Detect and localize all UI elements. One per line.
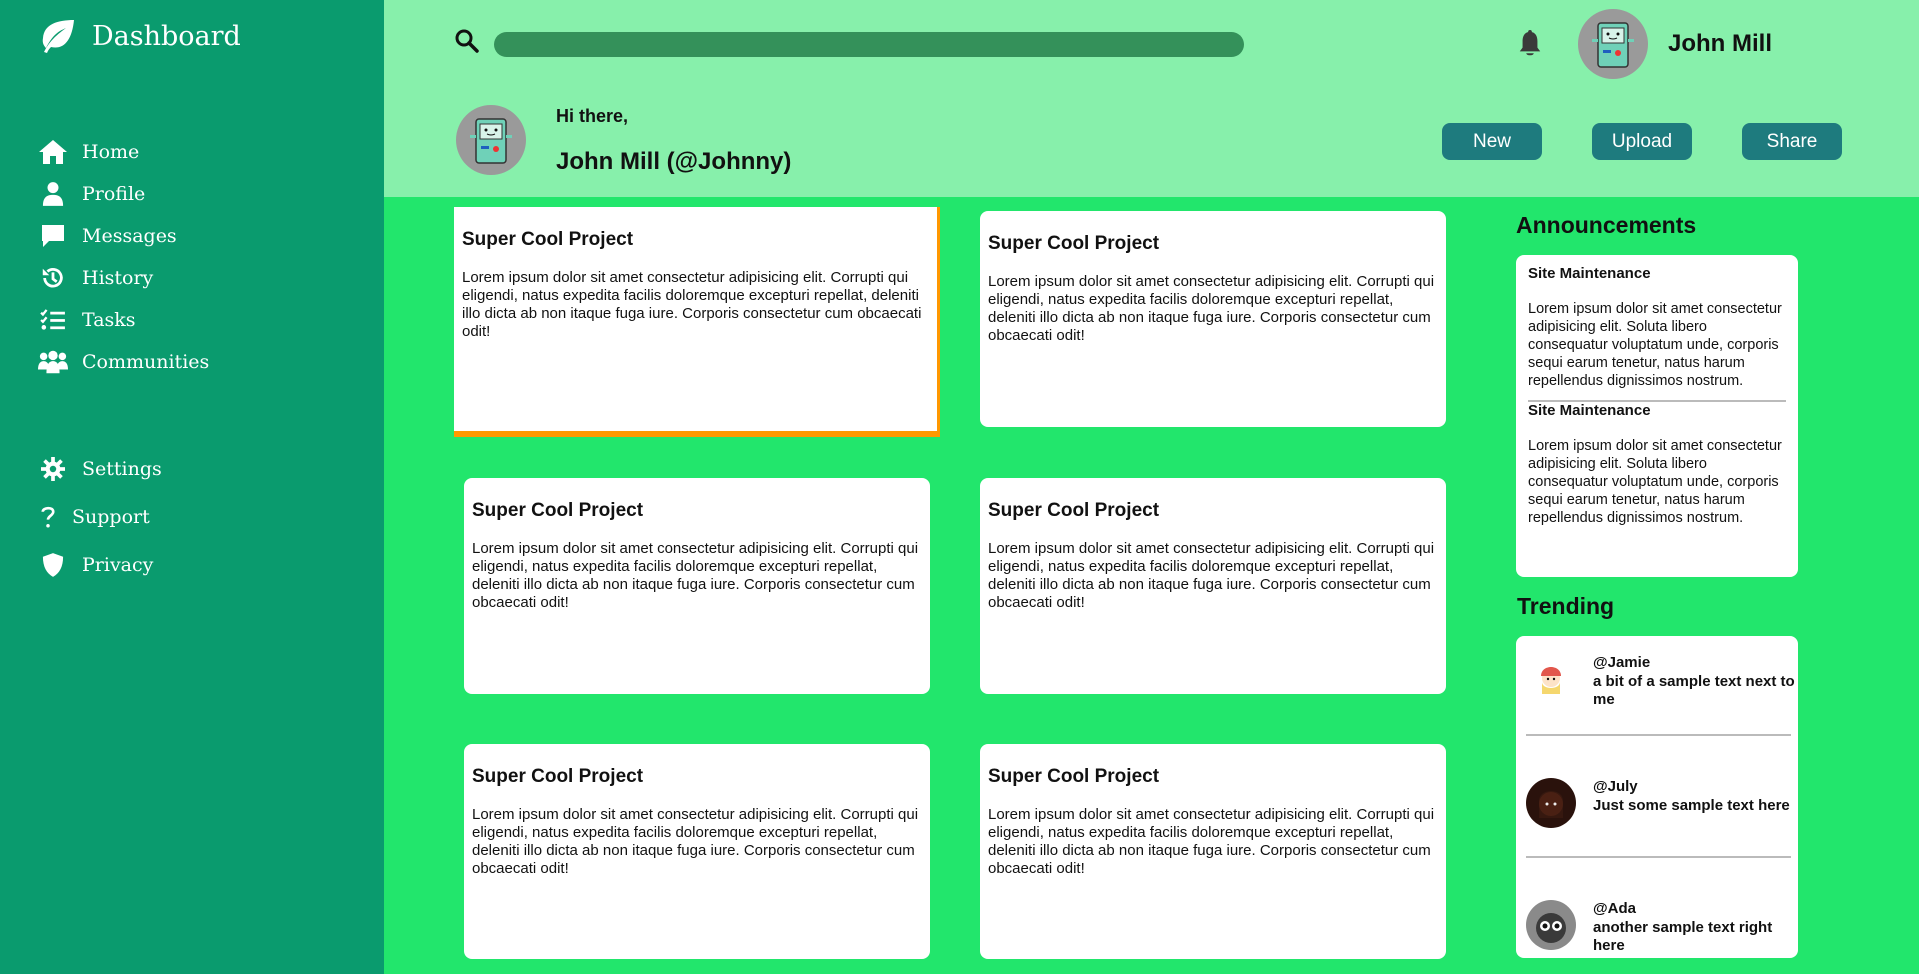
sidebar-item-settings[interactable]: Settings — [38, 445, 358, 493]
trending-handle: @July — [1593, 778, 1638, 795]
avatar — [1526, 654, 1576, 704]
trending-text: another sample text right here — [1593, 919, 1773, 954]
divider — [1526, 734, 1791, 736]
brand[interactable]: Dashboard — [38, 18, 241, 54]
shield-icon — [38, 551, 68, 579]
sidebar-item-label: Tasks — [82, 309, 136, 331]
announcement-body: Lorem ipsum dolor sit amet consectetur a… — [1528, 438, 1782, 526]
user-icon — [38, 180, 68, 208]
share-button[interactable]: Share — [1742, 123, 1842, 160]
sidebar-item-home[interactable]: Home — [38, 131, 358, 173]
project-title: Super Cool Project — [472, 500, 644, 521]
trending-heading: Trending — [1517, 593, 1615, 619]
sidebar-item-label: Privacy — [82, 554, 154, 576]
project-description: Lorem ipsum dolor sit amet consectetur a… — [988, 540, 1435, 611]
project-card[interactable]: Super Cool Project Lorem ipsum dolor sit… — [980, 478, 1446, 694]
primary-nav: Home Profile Messages History Tasks Comm… — [38, 131, 358, 383]
trending-text: Just some sample text here — [1593, 797, 1790, 814]
home-icon — [38, 138, 68, 166]
project-card[interactable]: Super Cool Project Lorem ipsum dolor sit… — [980, 211, 1446, 427]
project-description: Lorem ipsum dolor sit amet consectetur a… — [462, 269, 922, 340]
trending-item[interactable]: @Jamie a bit of a sample text next to me — [1516, 644, 1798, 744]
profile-name: John Mill (@Johnny) — [556, 148, 792, 175]
announcements-heading: Announcements — [1516, 212, 1697, 238]
username: John Mill — [1668, 30, 1772, 57]
trending-handle: @Jamie — [1593, 654, 1651, 671]
sidebar-item-label: History — [82, 267, 154, 289]
project-title: Super Cool Project — [988, 500, 1160, 521]
announcement-body: Lorem ipsum dolor sit amet consectetur a… — [1528, 301, 1782, 389]
avatar — [1526, 778, 1576, 828]
trending-panel: @Jamie a bit of a sample text next to me… — [1516, 636, 1798, 958]
trending-item[interactable]: @July Just some sample text here — [1516, 768, 1798, 868]
project-title: Super Cool Project — [462, 229, 634, 250]
users-icon — [38, 348, 68, 376]
project-card[interactable]: Super Cool Project Lorem ipsum dolor sit… — [464, 744, 930, 959]
trending-handle: @Ada — [1593, 900, 1636, 917]
sidebar-item-label: Messages — [82, 225, 177, 247]
search-icon[interactable] — [454, 28, 480, 54]
search-input[interactable] — [494, 32, 1244, 57]
message-icon — [38, 222, 68, 250]
sidebar-item-privacy[interactable]: Privacy — [38, 541, 358, 589]
secondary-nav: Settings Support Privacy — [38, 445, 358, 589]
sidebar-item-messages[interactable]: Messages — [38, 215, 358, 257]
header: John Mill Hi there, John Mill (@Johnny) … — [384, 0, 1919, 197]
project-card[interactable]: Super Cool Project Lorem ipsum dolor sit… — [980, 744, 1446, 959]
project-description: Lorem ipsum dolor sit amet consectetur a… — [988, 273, 1435, 344]
trending-item[interactable]: @Ada another sample text right here — [1516, 890, 1798, 974]
project-description: Lorem ipsum dolor sit amet consectetur a… — [472, 806, 919, 877]
sidebar-item-label: Profile — [82, 183, 146, 205]
brand-title: Dashboard — [92, 20, 241, 52]
sidebar-item-profile[interactable]: Profile — [38, 173, 358, 215]
project-title: Super Cool Project — [988, 766, 1160, 787]
announcements-panel: Site Maintenance Lorem ipsum dolor sit a… — [1516, 255, 1798, 577]
project-description: Lorem ipsum dolor sit amet consectetur a… — [472, 540, 919, 611]
sidebar: Dashboard Home Profile Messages History — [0, 0, 384, 974]
project-title: Super Cool Project — [472, 766, 644, 787]
leaf-logo-icon — [38, 18, 76, 54]
question-icon — [38, 503, 58, 531]
sidebar-item-label: Home — [82, 141, 140, 163]
sidebar-item-communities[interactable]: Communities — [38, 341, 358, 383]
sidebar-item-label: Support — [72, 506, 150, 528]
avatar — [1526, 900, 1576, 950]
upload-button[interactable]: Upload — [1592, 123, 1692, 160]
gear-icon — [38, 455, 68, 483]
greeting: Hi there, — [556, 106, 629, 126]
sidebar-item-label: Communities — [82, 351, 210, 373]
history-icon — [38, 264, 68, 292]
sidebar-item-support[interactable]: Support — [38, 493, 358, 541]
sidebar-item-label: Settings — [82, 458, 162, 480]
new-button[interactable]: New — [1442, 123, 1542, 160]
sidebar-item-tasks[interactable]: Tasks — [38, 299, 358, 341]
announcement-title: Site Maintenance — [1528, 402, 1651, 419]
profile-avatar — [456, 105, 526, 175]
project-description: Lorem ipsum dolor sit amet consectetur a… — [988, 806, 1435, 877]
bell-icon[interactable] — [1517, 28, 1547, 60]
project-title: Super Cool Project — [988, 233, 1160, 254]
divider — [1526, 856, 1791, 858]
tasks-icon — [38, 306, 68, 334]
sidebar-item-history[interactable]: History — [38, 257, 358, 299]
project-card[interactable]: Super Cool Project Lorem ipsum dolor sit… — [454, 207, 940, 437]
announcement-title: Site Maintenance — [1528, 265, 1651, 282]
avatar[interactable] — [1578, 9, 1648, 79]
project-card[interactable]: Super Cool Project Lorem ipsum dolor sit… — [464, 478, 930, 694]
trending-text: a bit of a sample text next to me — [1593, 673, 1795, 708]
